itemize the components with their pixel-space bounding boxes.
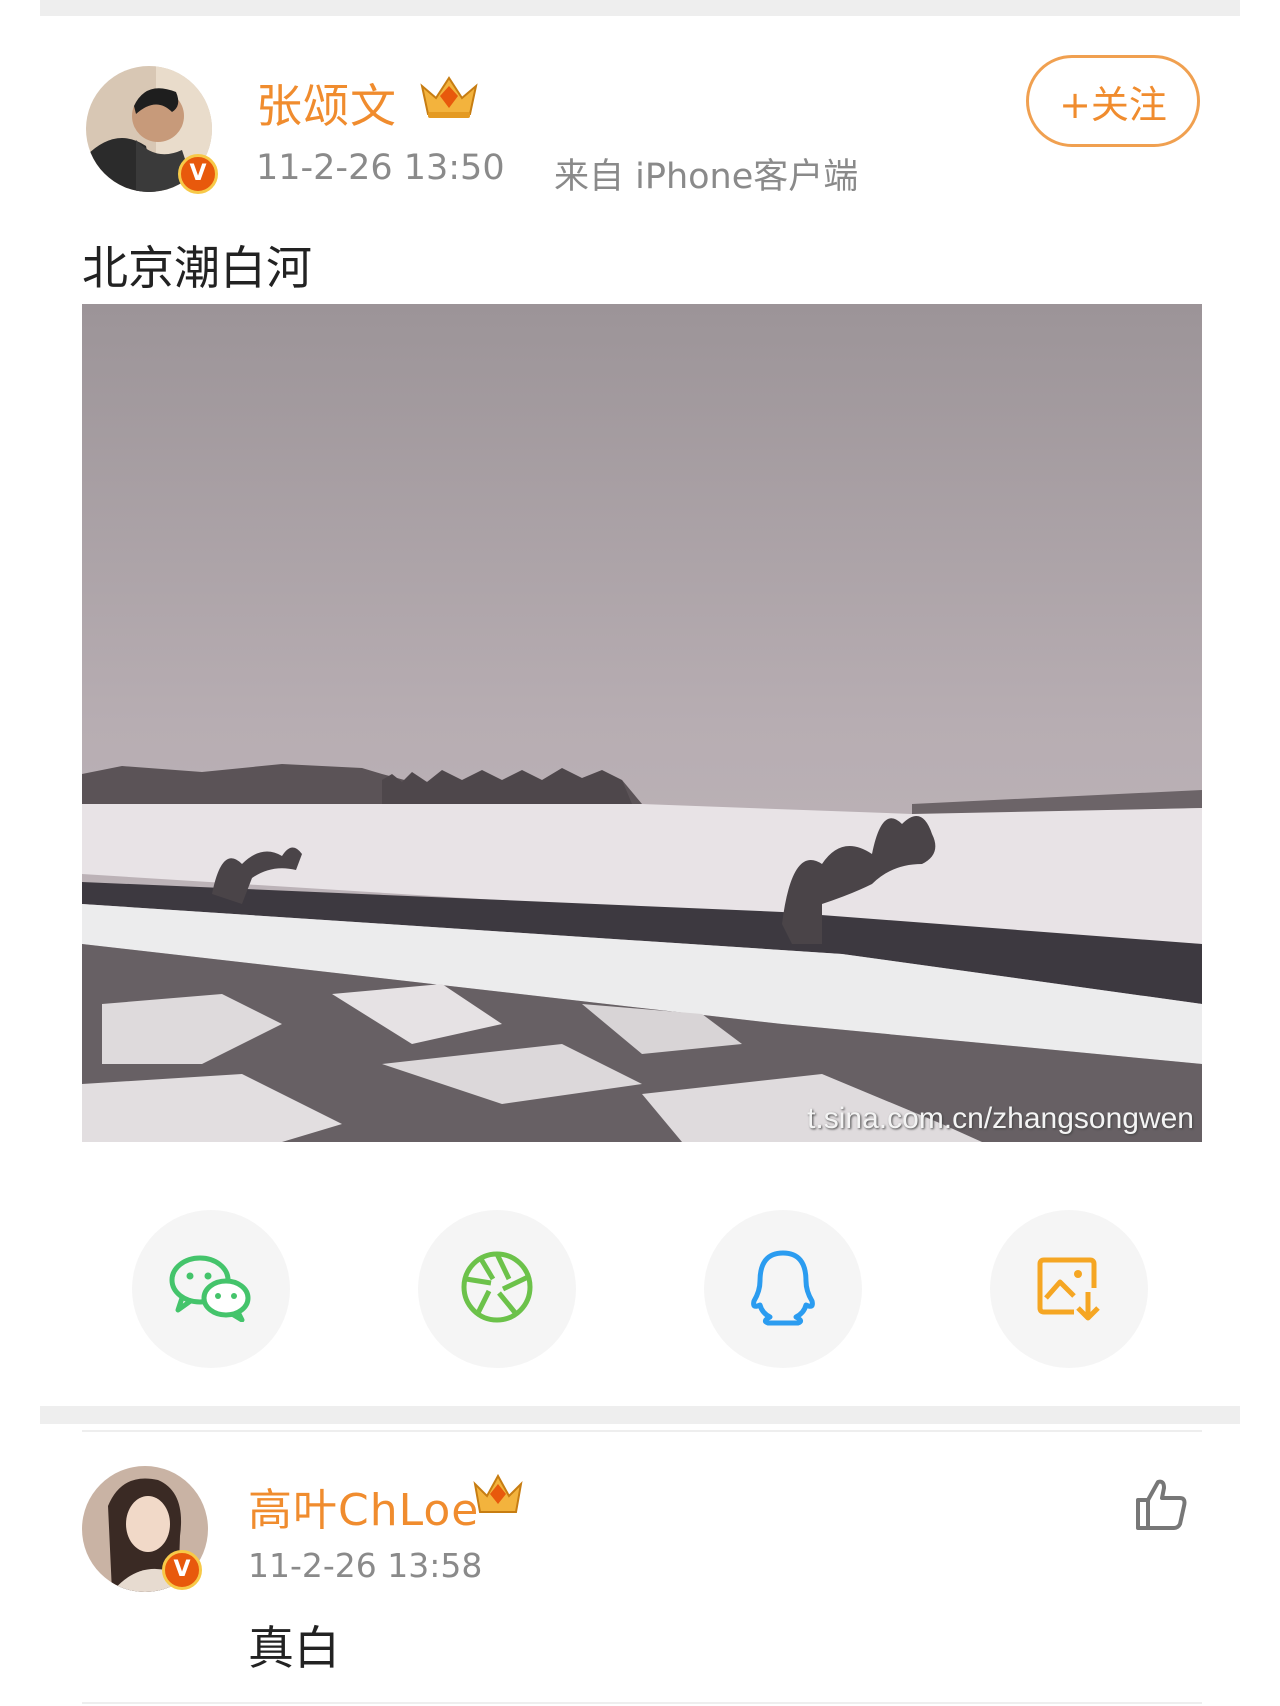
share-qq-button[interactable] (704, 1210, 862, 1368)
comment-text: 真白 (248, 1621, 340, 1675)
like-button[interactable] (1134, 1476, 1190, 1536)
save-image-icon (1034, 1252, 1104, 1326)
post-photo[interactable]: t.sina.com.cn/zhangsongwen (82, 304, 1202, 1142)
post-text: 北京潮白河 (82, 241, 312, 295)
commenter-avatar[interactable]: V (82, 1466, 208, 1592)
comment-separator (82, 1430, 1202, 1432)
thumbs-up-icon (1134, 1479, 1190, 1536)
share-wechat-button[interactable] (132, 1210, 290, 1368)
verified-badge: V (178, 154, 218, 194)
wechat-icon (168, 1252, 254, 1326)
author-avatar[interactable]: V (86, 66, 218, 194)
qq-icon (748, 1247, 818, 1331)
moments-icon (459, 1249, 535, 1329)
commenter-name[interactable]: 高叶ChLoe (248, 1474, 479, 1538)
bottom-separator (82, 1702, 1202, 1704)
share-moments-button[interactable] (418, 1210, 576, 1368)
commenter-crown-icon (472, 1472, 524, 1524)
follow-button[interactable]: +关注 (1026, 55, 1200, 147)
post-source: 来自 iPhone客户端 (554, 157, 859, 197)
top-divider (40, 0, 1240, 16)
photo-watermark: t.sina.com.cn/zhangsongwen (807, 1102, 1194, 1135)
member-crown-icon (418, 72, 480, 126)
section-divider (40, 1406, 1240, 1424)
save-image-button[interactable] (990, 1210, 1148, 1368)
author-name[interactable]: 张颂文 (256, 70, 397, 136)
comment-timestamp: 11-2-26 13:58 (248, 1546, 483, 1585)
post-timestamp: 11-2-26 13:50 (256, 148, 505, 188)
commenter-verified-badge: V (162, 1550, 202, 1590)
